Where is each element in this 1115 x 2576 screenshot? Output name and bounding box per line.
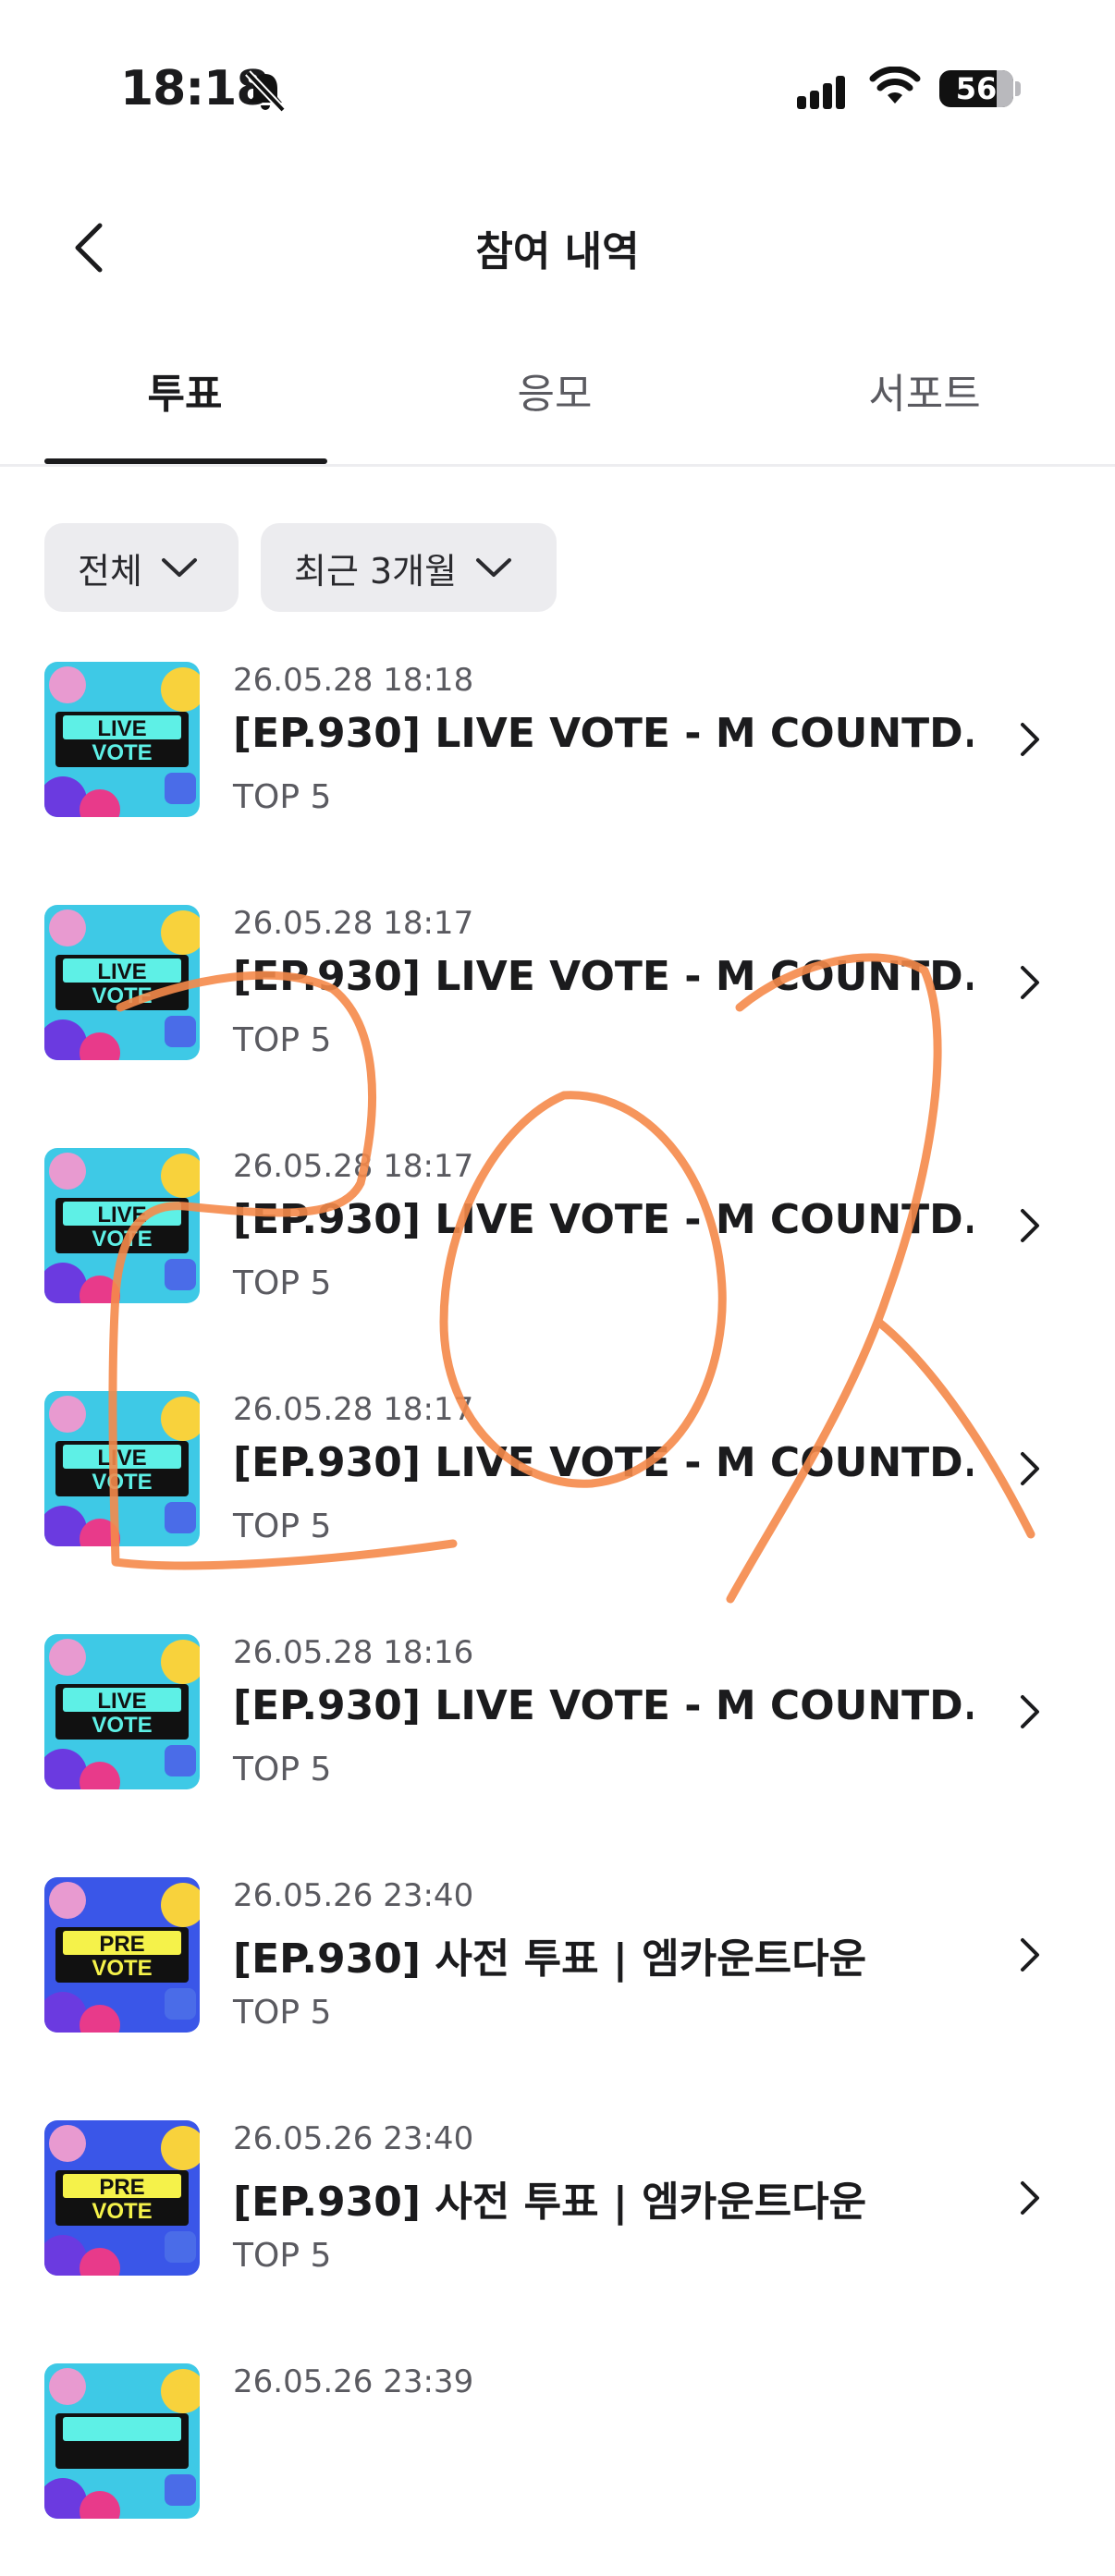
- thumbnail-badge-bottom: VOTE: [92, 1227, 152, 1251]
- thumbnail-badge-bottom: VOTE: [92, 740, 152, 765]
- item-title: [EP.930] 사전 투표 | 엠카운트다운: [233, 2179, 867, 2226]
- type-filter-dropdown[interactable]: 전체: [44, 523, 239, 612]
- item-subtitle: TOP 5: [233, 1994, 332, 2032]
- list-item[interactable]: LIVE VOTE 26.05.28 18:16 [EP.930] LIVE VOTE…: [0, 1634, 1115, 1847]
- live-vote-thumbnail: LIVE VOTE: [44, 905, 200, 1060]
- list-item[interactable]: LIVE VOTE 26.05.28 18:18 [EP.930] LIVE VOTE…: [0, 662, 1115, 874]
- item-subtitle: TOP 5: [233, 1751, 332, 1789]
- tab-support[interactable]: 서포트: [740, 360, 1109, 420]
- type-filter-label: 전체: [78, 550, 142, 592]
- thumbnail-badge-bottom: VOTE: [92, 1713, 152, 1738]
- tab-entry[interactable]: 응모: [370, 360, 740, 420]
- thumbnail-badge-bottom: VOTE: [92, 2199, 152, 2224]
- chevron-right-icon[interactable]: [1013, 1203, 1047, 1248]
- chevron-right-icon[interactable]: [1013, 2176, 1047, 2220]
- battery-icon: 56: [939, 70, 1013, 107]
- tabs-divider: [0, 464, 1115, 467]
- status-bar: 18:18 56: [0, 0, 1115, 185]
- item-subtitle: TOP 5: [233, 1508, 332, 1545]
- chevron-right-icon[interactable]: [1013, 717, 1047, 762]
- thumbnail-badge-bottom: VOTE: [92, 1956, 152, 1981]
- item-title: [EP.930] LIVE VOTE - M COUNTD...: [233, 1196, 973, 1243]
- item-title: [EP.930] LIVE VOTE - M COUNTD...: [233, 710, 973, 757]
- period-filter-label: 최근 3개월: [294, 550, 458, 592]
- item-subtitle: TOP 5: [233, 2237, 332, 2275]
- thumbnail-badge-top: LIVE: [97, 716, 146, 741]
- chevron-right-icon[interactable]: [1013, 1933, 1047, 1977]
- chevron-right-icon[interactable]: [1013, 1447, 1047, 1491]
- thumbnail-badge-top: PRE: [99, 1932, 144, 1957]
- item-date: 26.05.28 18:18: [233, 662, 474, 699]
- item-date: 26.05.28 18:17: [233, 1148, 474, 1185]
- thumbnail-badge-top: PRE: [99, 2175, 144, 2200]
- live-vote-thumbnail: [44, 2363, 200, 2519]
- page-title: 참여 내역: [475, 228, 640, 275]
- item-date: 26.05.26 23:40: [233, 1877, 474, 1914]
- chevron-right-icon[interactable]: [1013, 960, 1047, 1005]
- item-subtitle: TOP 5: [233, 1021, 332, 1059]
- battery-cap: [1015, 81, 1021, 96]
- tab-bar: 투표 응모 서포트: [0, 360, 1115, 464]
- list-item[interactable]: LIVE VOTE 26.05.28 18:17 [EP.930] LIVE VOTE…: [0, 1391, 1115, 1604]
- list-item[interactable]: PRE VOTE 26.05.26 23:40 [EP.930] 사전 투표 | 엠카…: [0, 1877, 1115, 2090]
- thumbnail-badge-bottom: VOTE: [92, 1470, 152, 1495]
- chevron-down-icon: [476, 558, 512, 577]
- list-item[interactable]: LIVE VOTE 26.05.28 18:17 [EP.930] LIVE VOTE…: [0, 1148, 1115, 1361]
- item-subtitle: TOP 5: [233, 1264, 332, 1302]
- list-item[interactable]: 26.05.26 23:39: [0, 2363, 1115, 2576]
- list-item[interactable]: PRE VOTE 26.05.26 23:40 [EP.930] 사전 투표 | 엠카…: [0, 2120, 1115, 2333]
- item-title: [EP.930] LIVE VOTE - M COUNTD...: [233, 1682, 973, 1729]
- thumbnail-badge-top: LIVE: [97, 1446, 146, 1471]
- item-date: 26.05.28 18:17: [233, 905, 474, 942]
- item-title: [EP.930] 사전 투표 | 엠카운트다운: [233, 1935, 867, 1983]
- wifi-icon: [869, 67, 921, 104]
- back-arrow-icon[interactable]: [67, 220, 113, 275]
- item-subtitle: TOP 5: [233, 778, 332, 816]
- pre-vote-thumbnail: PRE VOTE: [44, 1877, 200, 2033]
- thumbnail-badge-bottom: VOTE: [92, 983, 152, 1008]
- chevron-right-icon[interactable]: [1013, 1690, 1047, 1734]
- pre-vote-thumbnail: PRE VOTE: [44, 2120, 200, 2276]
- thumbnail-badge-top: LIVE: [97, 1689, 146, 1714]
- thumbnail-badge-top: LIVE: [97, 1203, 146, 1227]
- live-vote-thumbnail: LIVE VOTE: [44, 1634, 200, 1789]
- list-item[interactable]: LIVE VOTE 26.05.28 18:17 [EP.930] LIVE VOTE…: [0, 905, 1115, 1117]
- tab-vote[interactable]: 투표: [0, 360, 370, 420]
- live-vote-thumbnail: LIVE VOTE: [44, 1148, 200, 1303]
- item-date: 26.05.28 18:17: [233, 1391, 474, 1428]
- live-vote-thumbnail: LIVE VOTE: [44, 662, 200, 817]
- battery-level: 56: [955, 71, 998, 106]
- thumbnail-badge-top: LIVE: [97, 959, 146, 984]
- bell-muted-icon: [245, 70, 286, 113]
- live-vote-thumbnail: LIVE VOTE: [44, 1391, 200, 1546]
- item-date: 26.05.26 23:40: [233, 2120, 474, 2157]
- period-filter-dropdown[interactable]: 최근 3개월: [261, 523, 557, 612]
- item-title: [EP.930] LIVE VOTE - M COUNTD...: [233, 1439, 973, 1486]
- chevron-down-icon: [161, 558, 197, 577]
- item-date: 26.05.28 18:16: [233, 1634, 474, 1671]
- item-title: [EP.930] LIVE VOTE - M COUNTD...: [233, 953, 973, 1000]
- item-date: 26.05.26 23:39: [233, 2363, 474, 2400]
